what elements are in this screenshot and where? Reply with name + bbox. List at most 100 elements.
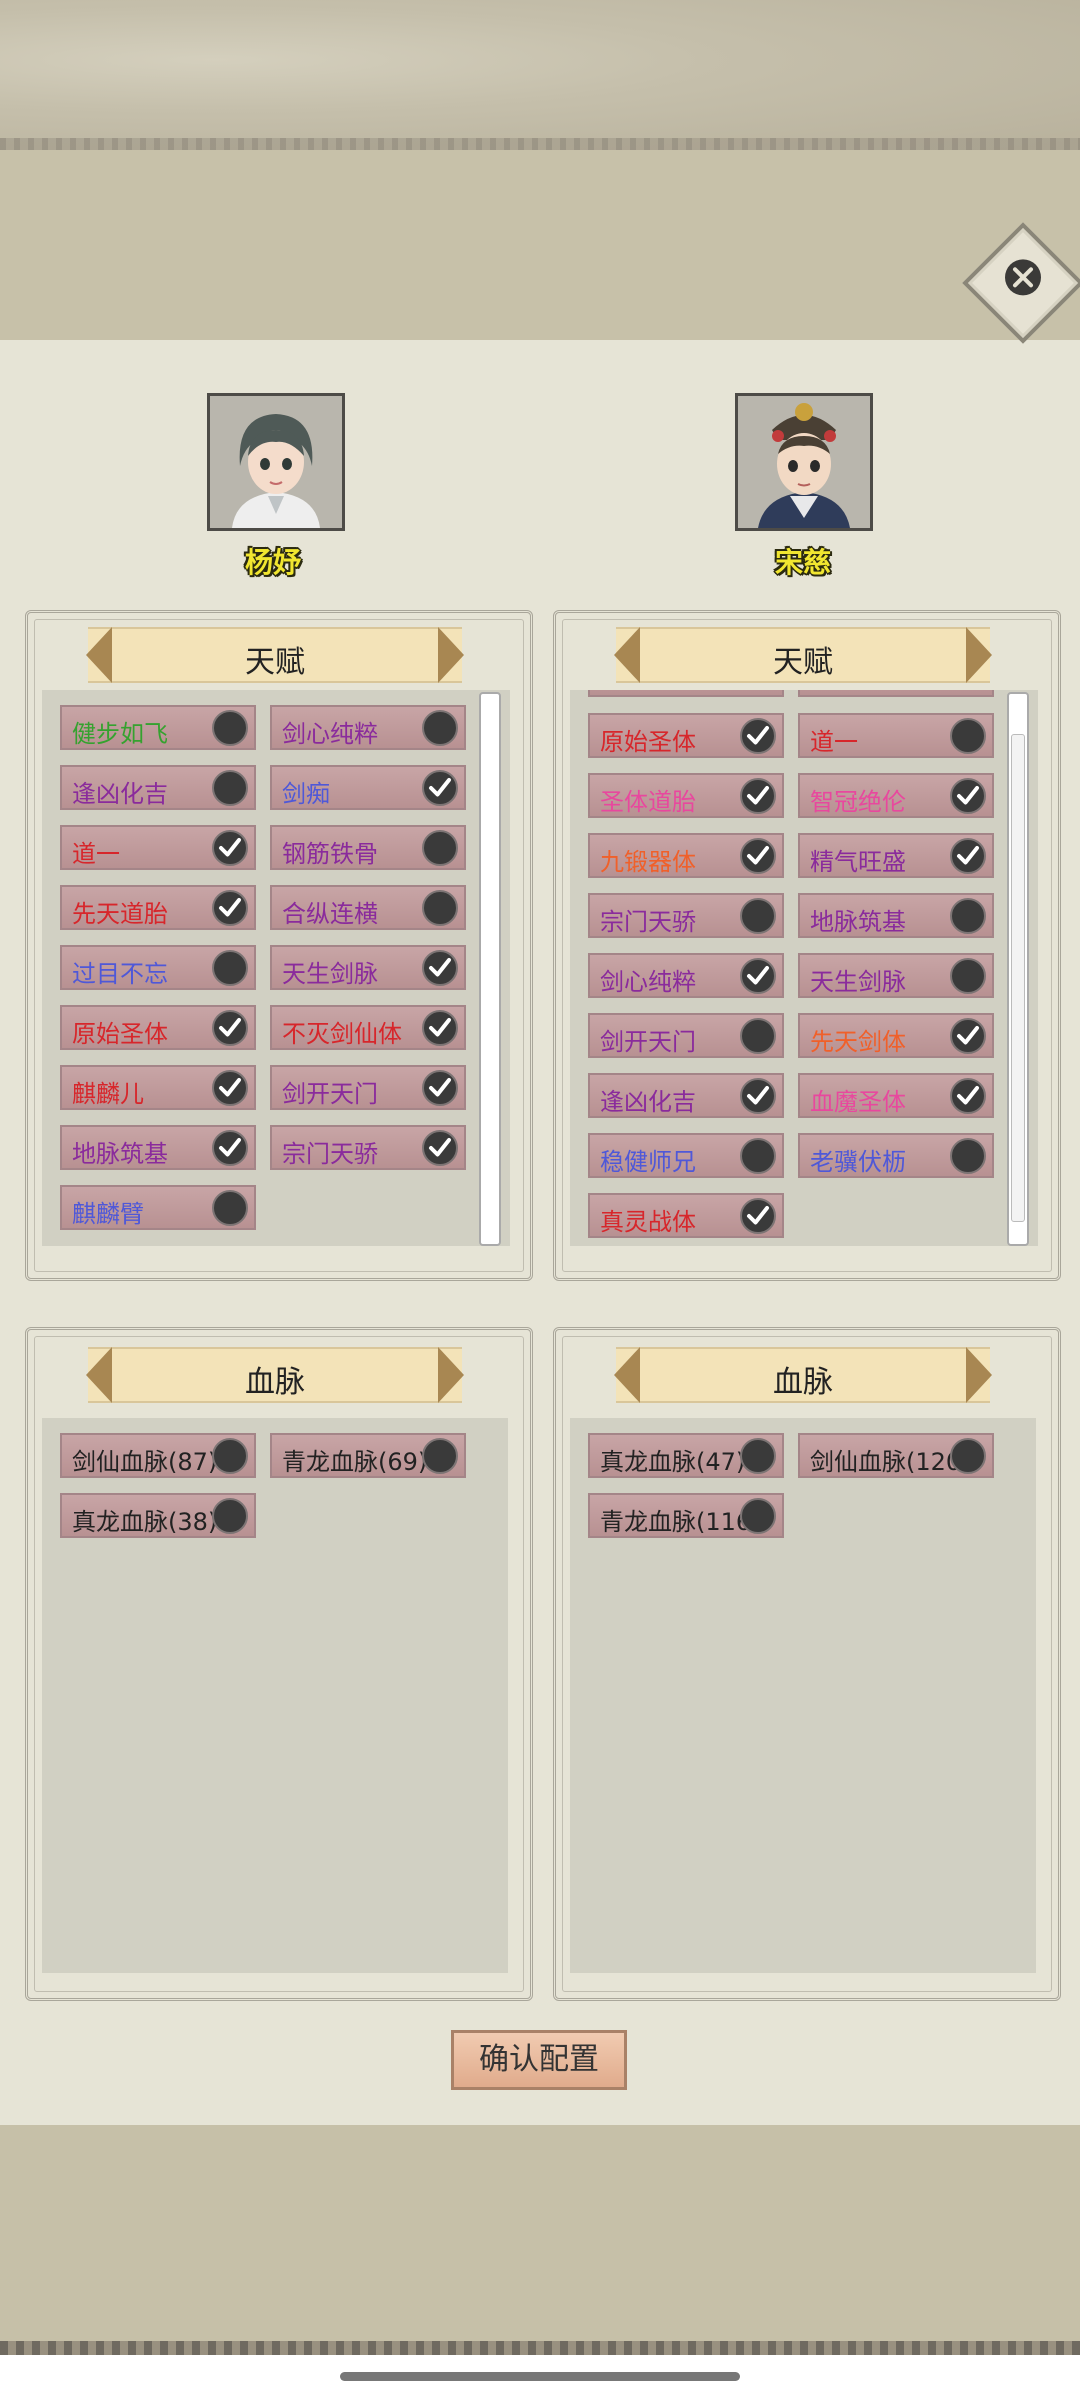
home-indicator[interactable] [340, 2372, 740, 2381]
toggle-off-icon[interactable] [422, 890, 458, 926]
talent-chip[interactable]: 天生剑脉 [270, 945, 466, 990]
talent-chip[interactable]: 合纵连横 [270, 885, 466, 930]
talent-chip-label: 精气旺盛 [810, 848, 906, 876]
talent-chip[interactable]: 逢凶化吉 [60, 765, 256, 810]
bloodline-chip[interactable]: 剑仙血脉(120) [798, 1433, 994, 1478]
system-home-bar [0, 2355, 1080, 2400]
toggle-off-icon[interactable] [212, 1498, 248, 1534]
talent-chip[interactable]: 智冠绝伦 [798, 773, 994, 818]
checkmark-icon[interactable] [950, 1018, 986, 1054]
toggle-off-icon[interactable] [950, 1138, 986, 1174]
talent-chip[interactable]: 道一 [798, 713, 994, 758]
checkmark-icon[interactable] [422, 1010, 458, 1046]
talent-chip[interactable]: 健步如飞 [60, 705, 256, 750]
right-talent-title: 天赋 [773, 645, 833, 680]
talent-chip[interactable]: 原始圣体 [588, 713, 784, 758]
checkmark-icon[interactable] [740, 1078, 776, 1114]
right-talent-scrollbar[interactable] [1007, 692, 1029, 1246]
checkmark-icon[interactable] [422, 950, 458, 986]
checkmark-icon[interactable] [950, 778, 986, 814]
toggle-off-icon[interactable] [422, 1438, 458, 1474]
talent-chip[interactable]: 剑开天门 [270, 1065, 466, 1110]
toggle-off-icon[interactable] [422, 830, 458, 866]
talent-chip[interactable]: 先天剑体 [798, 1013, 994, 1058]
toggle-off-icon[interactable] [740, 898, 776, 934]
talent-chip[interactable]: 道一 [60, 825, 256, 870]
talent-chip[interactable]: 剑痴 [270, 765, 466, 810]
checkmark-icon[interactable] [212, 1070, 248, 1106]
bloodline-chip[interactable]: 青龙血脉(69) [270, 1433, 466, 1478]
talent-chip[interactable]: 不灭剑仙体 [270, 1005, 466, 1050]
toggle-off-icon[interactable] [740, 1438, 776, 1474]
toggle-off-icon[interactable] [212, 950, 248, 986]
talent-chip[interactable]: 地脉筑基 [60, 1125, 256, 1170]
checkmark-icon[interactable] [212, 1010, 248, 1046]
avatar-right[interactable] [735, 393, 873, 531]
toggle-off-icon[interactable] [212, 1190, 248, 1226]
talent-chip[interactable]: 圣体道胎 [588, 773, 784, 818]
toggle-off-icon[interactable] [422, 710, 458, 746]
talent-chip[interactable]: 麒麟儿 [60, 1065, 256, 1110]
talent-chip[interactable]: 麒麟臂 [60, 1185, 256, 1230]
talent-chip[interactable]: 九锻器体 [588, 833, 784, 878]
left-talent-scrollbar[interactable] [479, 692, 501, 1246]
checkmark-icon[interactable] [740, 958, 776, 994]
avatar-left[interactable] [207, 393, 345, 531]
left-bloodline-list[interactable]: 剑仙血脉(87) 青龙血脉(69) 真龙血脉(38) [42, 1418, 508, 1973]
talent-chip-partial[interactable] [798, 690, 994, 697]
talent-chip-label: 先天道胎 [72, 900, 168, 928]
checkmark-icon[interactable] [212, 890, 248, 926]
left-talent-list[interactable]: 健步如飞 剑心纯粹 逢凶化吉 剑痴 道一 钢筋铁骨先天道胎 合纵连横 过目不忘 天生剑脉 原始圣体… [42, 690, 510, 1246]
toggle-off-icon[interactable] [950, 898, 986, 934]
talent-chip[interactable]: 剑心纯粹 [588, 953, 784, 998]
talent-chip[interactable]: 精气旺盛 [798, 833, 994, 878]
checkmark-icon[interactable] [212, 830, 248, 866]
toggle-off-icon[interactable] [950, 1438, 986, 1474]
checkmark-icon[interactable] [740, 1198, 776, 1234]
bloodline-chip[interactable]: 剑仙血脉(87) [60, 1433, 256, 1478]
bloodline-chip[interactable]: 青龙血脉(116) [588, 1493, 784, 1538]
bloodline-chip-label: 剑仙血脉(87) [72, 1448, 218, 1476]
talent-chip[interactable]: 过目不忘 [60, 945, 256, 990]
checkmark-icon[interactable] [422, 1130, 458, 1166]
talent-chip[interactable]: 逢凶化吉 [588, 1073, 784, 1118]
toggle-off-icon[interactable] [950, 958, 986, 994]
toggle-off-icon[interactable] [212, 710, 248, 746]
talent-chip[interactable]: 宗门天骄 [270, 1125, 466, 1170]
checkmark-icon[interactable] [422, 1070, 458, 1106]
toggle-off-icon[interactable] [740, 1138, 776, 1174]
checkmark-icon[interactable] [740, 778, 776, 814]
talent-chip[interactable]: 血魔圣体 [798, 1073, 994, 1118]
bloodline-chip[interactable]: 真龙血脉(47) [588, 1433, 784, 1478]
talent-chip-label: 剑心纯粹 [600, 968, 696, 996]
talent-chip[interactable]: 地脉筑基 [798, 893, 994, 938]
checkmark-icon[interactable] [740, 718, 776, 754]
toggle-off-icon[interactable] [740, 1498, 776, 1534]
talent-chip[interactable]: 原始圣体 [60, 1005, 256, 1050]
talent-chip[interactable]: 老骥伏枥 [798, 1133, 994, 1178]
talent-chip-label: 麒麟儿 [72, 1080, 144, 1108]
talent-chip[interactable]: 天生剑脉 [798, 953, 994, 998]
confirm-config-button[interactable]: 确认配置 [451, 2030, 627, 2090]
checkmark-icon[interactable] [422, 770, 458, 806]
talent-chip[interactable]: 稳健师兄 [588, 1133, 784, 1178]
checkmark-icon[interactable] [212, 1130, 248, 1166]
toggle-off-icon[interactable] [950, 718, 986, 754]
toggle-off-icon[interactable] [740, 1018, 776, 1054]
talent-chip[interactable]: 钢筋铁骨 [270, 825, 466, 870]
talent-chip-partial[interactable] [588, 690, 784, 697]
checkmark-icon[interactable] [950, 838, 986, 874]
toggle-off-icon[interactable] [212, 1438, 248, 1474]
bloodline-chip[interactable]: 真龙血脉(38) [60, 1493, 256, 1538]
toggle-off-icon[interactable] [212, 770, 248, 806]
talent-chip[interactable]: 剑心纯粹 [270, 705, 466, 750]
right-bloodline-list[interactable]: 真龙血脉(47) 剑仙血脉(120) 青龙血脉(116) [570, 1418, 1036, 1973]
checkmark-icon[interactable] [740, 838, 776, 874]
checkmark-icon[interactable] [950, 1078, 986, 1114]
right-talent-scroll-thumb[interactable] [1011, 734, 1025, 1222]
talent-chip[interactable]: 宗门天骄 [588, 893, 784, 938]
talent-chip[interactable]: 真灵战体 [588, 1193, 784, 1238]
right-talent-list[interactable]: 原始圣体 道一 圣体道胎 智冠绝伦 九锻器体 精气旺盛 宗门天骄 地脉筑基剑心纯粹 天生剑脉 剑开… [570, 690, 1038, 1246]
talent-chip[interactable]: 先天道胎 [60, 885, 256, 930]
talent-chip[interactable]: 剑开天门 [588, 1013, 784, 1058]
